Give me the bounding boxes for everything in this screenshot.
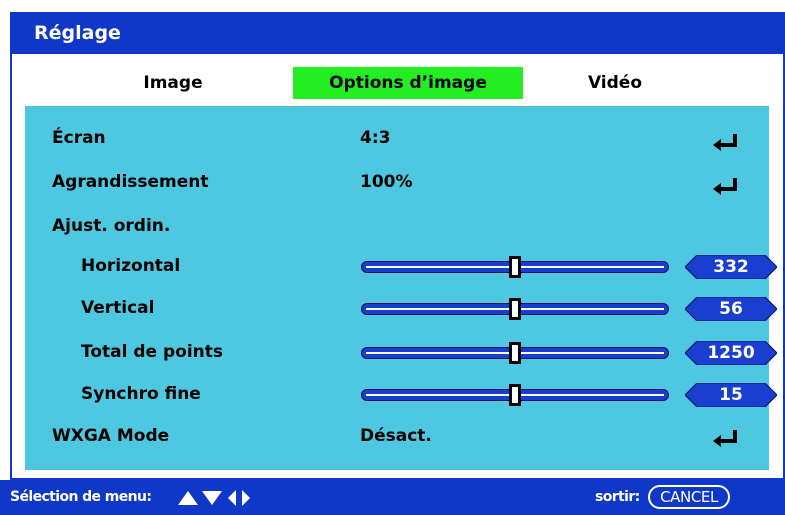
menu-item-label: WXGA Mode	[52, 426, 170, 446]
slider-value: 332	[713, 257, 749, 277]
window-title: Réglage	[10, 12, 785, 54]
slider-value: 1250	[707, 343, 755, 363]
exit-hint: sortir:	[595, 489, 640, 505]
menu-item-label: Agrandissement	[52, 172, 209, 192]
horizontal-slider[interactable]	[361, 256, 669, 278]
enter-icon[interactable]	[713, 134, 739, 152]
section-label-ajust-ordin: Ajust. ordin.	[52, 216, 171, 236]
enter-icon[interactable]	[713, 178, 739, 196]
tab-image[interactable]: Image	[118, 67, 228, 99]
menu-item-label: Écran	[52, 128, 106, 148]
up-down-left-right-arrows-icon	[178, 490, 250, 506]
slider-handle[interactable]	[509, 342, 521, 364]
slider-handle[interactable]	[509, 298, 521, 320]
menu-item-value: 4:3	[360, 128, 391, 148]
menu-item-label: Vertical	[81, 298, 155, 318]
value-badge: 332	[685, 255, 777, 279]
value-badge: 56	[685, 297, 777, 321]
tab-image-options[interactable]: Options d’image	[293, 67, 523, 99]
status-bar: Sélection de menu: sortir: CANCEL	[0, 480, 785, 515]
tab-video[interactable]: Vidéo	[560, 67, 670, 99]
synchro-fine-slider[interactable]	[361, 384, 669, 406]
slider-handle[interactable]	[509, 384, 521, 406]
settings-window: Réglage Image Options d’image Vidéo Écra…	[0, 0, 785, 515]
menu-selection-hint: Sélection de menu:	[10, 489, 152, 505]
menu-item-value: Désact.	[360, 426, 432, 446]
menu-item-label: Synchro fine	[81, 384, 201, 404]
menu-item-value: 100%	[360, 172, 413, 192]
value-badge: 15	[685, 383, 777, 407]
menu-item-label: Horizontal	[81, 256, 181, 276]
cancel-button[interactable]: CANCEL	[648, 485, 730, 509]
slider-handle[interactable]	[509, 256, 521, 278]
menu-item-label: Total de points	[81, 342, 224, 362]
vertical-slider[interactable]	[361, 298, 669, 320]
slider-value: 15	[719, 385, 743, 405]
menu-list: Écran 4:3 Agrandissement 100% Ajust. ord…	[25, 106, 777, 470]
slider-value: 56	[719, 299, 743, 319]
enter-icon[interactable]	[713, 430, 739, 448]
value-badge: 1250	[685, 341, 777, 365]
total-de-points-slider[interactable]	[361, 342, 669, 364]
